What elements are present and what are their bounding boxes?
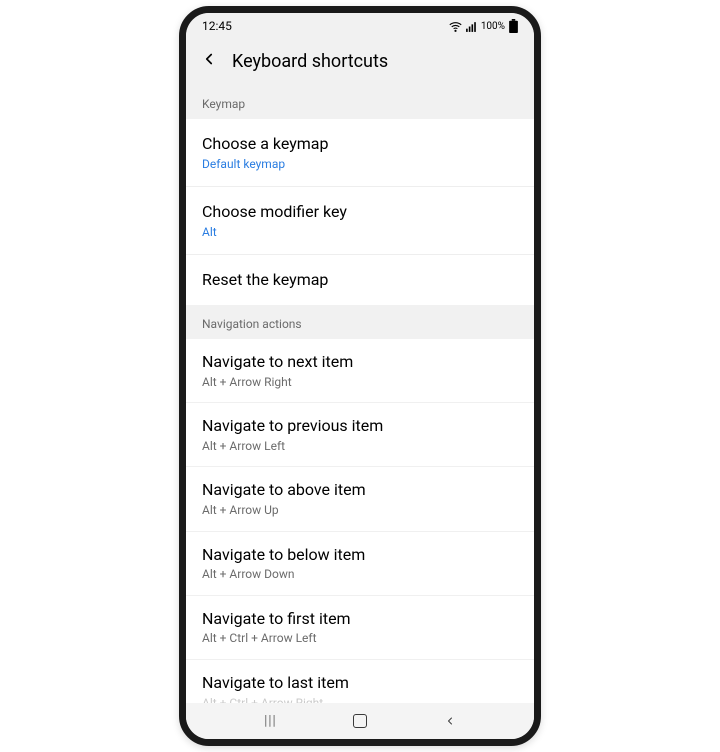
row-nav-first[interactable]: Navigate to first item Alt + Ctrl + Arro… [186,596,534,660]
row-title: Navigate to next item [202,351,518,373]
row-title: Navigate to first item [202,608,518,630]
battery-percent: 100% [481,21,505,32]
row-nav-last[interactable]: Navigate to last item Alt + Ctrl + Arrow… [186,660,534,703]
row-sub: Default keymap [202,157,518,173]
row-sub: Alt + Arrow Up [202,503,518,519]
row-choose-keymap[interactable]: Choose a keymap Default keymap [186,119,534,187]
row-nav-below[interactable]: Navigate to below item Alt + Arrow Down [186,532,534,596]
row-sub: Alt [202,225,518,241]
row-sub: Alt + Arrow Down [202,567,518,583]
page-title: Keyboard shortcuts [232,51,388,72]
row-title: Choose modifier key [202,201,518,223]
row-sub: Alt + Arrow Right [202,375,518,391]
screen: 12:45 100% Keyboard shortcuts Key [186,13,534,739]
section-header-nav: Navigation actions [186,305,534,339]
app-bar: Keyboard shortcuts [186,39,534,83]
row-title: Navigate to above item [202,479,518,501]
nav-bar: ||| [186,703,534,739]
row-title: Navigate to previous item [202,415,518,437]
row-nav-prev[interactable]: Navigate to previous item Alt + Arrow Le… [186,403,534,467]
back-icon[interactable] [200,50,218,72]
phone-frame: 12:45 100% Keyboard shortcuts Key [179,6,541,746]
row-sub: Alt + Ctrl + Arrow Right [202,696,518,704]
row-sub: Alt + Ctrl + Arrow Left [202,631,518,647]
row-title: Reset the keymap [202,269,518,291]
back-button[interactable] [444,715,456,727]
row-choose-modifier[interactable]: Choose modifier key Alt [186,187,534,255]
status-time: 12:45 [202,19,232,33]
section-nav: Navigate to next item Alt + Arrow Right … [186,339,534,703]
recents-button[interactable]: ||| [264,713,276,729]
content[interactable]: Keymap Choose a keymap Default keymap Ch… [186,83,534,703]
wifi-icon [449,20,462,33]
battery-icon [509,19,518,33]
row-nav-above[interactable]: Navigate to above item Alt + Arrow Up [186,467,534,531]
row-title: Navigate to last item [202,672,518,694]
status-right: 100% [449,19,518,33]
status-bar: 12:45 100% [186,13,534,39]
home-button[interactable] [353,714,367,728]
row-sub: Alt + Arrow Left [202,439,518,455]
section-header-keymap: Keymap [186,83,534,119]
row-reset-keymap[interactable]: Reset the keymap [186,255,534,305]
row-title: Navigate to below item [202,544,518,566]
signal-icon [465,20,478,33]
section-keymap: Choose a keymap Default keymap Choose mo… [186,119,534,305]
home-icon [353,714,367,728]
row-title: Choose a keymap [202,133,518,155]
row-nav-next[interactable]: Navigate to next item Alt + Arrow Right [186,339,534,403]
